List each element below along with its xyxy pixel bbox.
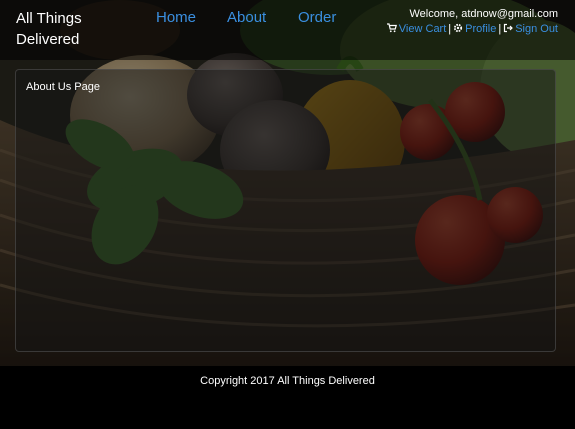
- user-panel: Welcome, atdnow@gmail.com View Cart | Prof…: [386, 7, 558, 36]
- nav-link-order[interactable]: Order: [298, 9, 336, 26]
- brand-line-2: Delivered: [16, 31, 80, 48]
- cart-icon: [386, 23, 397, 33]
- copyright-text: Copyright 2017 All Things Delivered: [200, 375, 375, 387]
- sign-out-link[interactable]: Sign Out: [503, 23, 558, 35]
- separator: |: [448, 23, 452, 35]
- brand-line-1: All Things: [16, 10, 82, 27]
- view-cart-link[interactable]: View Cart: [386, 23, 447, 35]
- view-cart-label: View Cart: [398, 23, 447, 35]
- profile-label: Profile: [465, 23, 497, 35]
- gear-icon: [454, 23, 463, 33]
- content-panel: About Us Page: [15, 69, 556, 352]
- separator: |: [498, 23, 502, 35]
- brand-logo[interactable]: All Things Delivered: [16, 8, 126, 50]
- nav-link-about[interactable]: About: [227, 9, 266, 26]
- user-links: View Cart | Profile | Sign Out: [386, 22, 558, 36]
- sign-out-label: Sign Out: [515, 23, 558, 35]
- site-footer: Copyright 2017 All Things Delivered: [0, 366, 575, 429]
- sign-out-icon: [504, 23, 514, 33]
- page-title: About Us Page: [26, 81, 100, 93]
- nav-link-home[interactable]: Home: [156, 9, 196, 26]
- site-header: All Things Delivered Home About Order We…: [0, 0, 575, 60]
- welcome-text: Welcome, atdnow@gmail.com: [409, 8, 558, 20]
- profile-link[interactable]: Profile: [453, 23, 496, 35]
